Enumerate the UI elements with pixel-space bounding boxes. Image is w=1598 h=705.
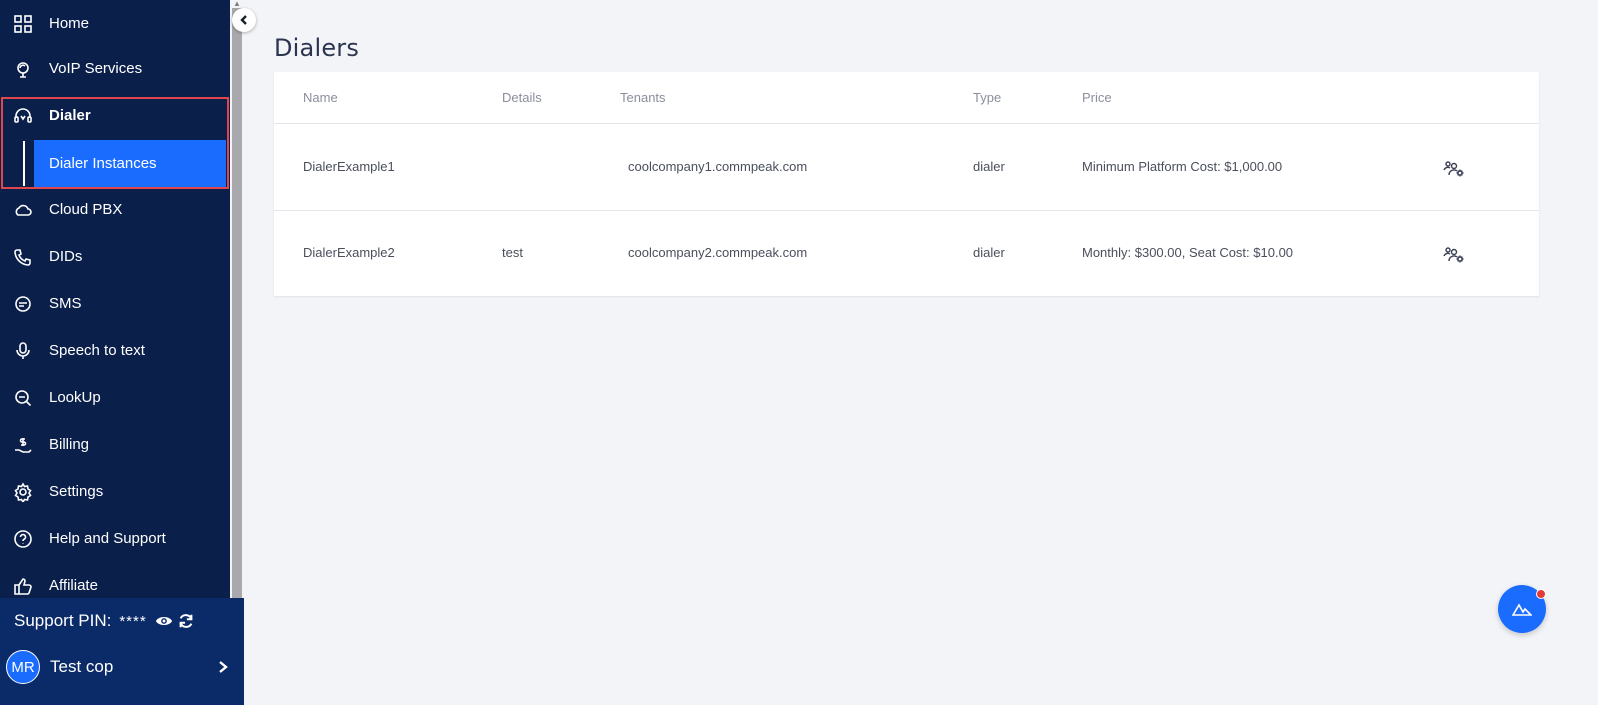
- column-header-name[interactable]: Name: [303, 90, 338, 105]
- sidebar-scrollbar-thumb[interactable]: [232, 8, 242, 598]
- sidebar-item-label: VoIP Services: [49, 60, 143, 77]
- cell-type: dialer: [973, 245, 1005, 260]
- sidebar-item-label: DIDs: [49, 248, 83, 265]
- refresh-icon[interactable]: [177, 612, 195, 630]
- sidebar-item-billing[interactable]: Billing: [0, 421, 230, 468]
- chat-logo-icon: [1512, 603, 1532, 616]
- sidebar-item-label: Dialer: [49, 107, 91, 124]
- sidebar-item-label: Settings: [49, 483, 104, 500]
- sidebar-item-label: Help and Support: [49, 530, 166, 547]
- sidebar-item-speech-to-text[interactable]: Speech to text: [0, 327, 230, 374]
- chevron-right-icon: [219, 661, 228, 673]
- gear-icon: [12, 481, 34, 503]
- sidebar-subitem-dialer-instances[interactable]: Dialer Instances: [34, 140, 226, 187]
- sidebar-subitem-label: Dialer Instances: [49, 155, 157, 172]
- account-panel: Support PIN: **** MR Test cop: [0, 598, 244, 705]
- cell-tenants: coolcompany2.commpeak.com: [628, 245, 808, 260]
- microphone-icon: [12, 340, 34, 362]
- table-row[interactable]: DialerExample2 test coolcompany2.commpea…: [274, 211, 1539, 297]
- sidebar-item-affiliate[interactable]: Affiliate: [0, 562, 230, 598]
- cell-price: Monthly: $300.00, Seat Cost: $10.00: [1082, 245, 1294, 260]
- sidebar-item-label: Billing: [49, 436, 90, 453]
- column-header-details[interactable]: Details: [502, 90, 542, 105]
- eye-icon[interactable]: [155, 612, 173, 630]
- headset-icon: [12, 105, 34, 127]
- sidebar-item-cloud-pbx[interactable]: Cloud PBX: [0, 186, 230, 233]
- notification-dot: [1536, 589, 1546, 599]
- column-header-price[interactable]: Price: [1082, 90, 1112, 105]
- sidebar-item-help-and-support[interactable]: Help and Support: [0, 515, 230, 562]
- sidebar-item-label: LookUp: [49, 389, 101, 406]
- sidebar-item-lookup[interactable]: LookUp: [0, 374, 230, 421]
- avatar: MR: [6, 650, 40, 684]
- chevron-left-icon: [240, 15, 247, 25]
- sidebar-item-dids[interactable]: DIDs: [0, 233, 230, 280]
- support-pin-label: Support PIN:: [14, 611, 112, 630]
- cloud-icon: [12, 199, 34, 221]
- sidebar-item-settings[interactable]: Settings: [0, 468, 230, 515]
- table-row[interactable]: DialerExample1 coolcompany1.commpeak.com…: [274, 125, 1539, 211]
- cell-type: dialer: [973, 159, 1005, 174]
- sidebar-item-label: SMS: [49, 295, 82, 312]
- sidebar-item-label: Home: [49, 15, 90, 32]
- cell-price: Minimum Platform Cost: $1,000.00: [1082, 159, 1283, 174]
- table-header: Name Details Tenants Type Price: [274, 72, 1539, 124]
- page-title: Dialers: [274, 34, 360, 62]
- sidebar: Home VoIP Services Dialer Dialer Instanc…: [0, 0, 230, 598]
- collapse-sidebar-button[interactable]: [232, 8, 256, 32]
- billing-icon: [12, 434, 34, 456]
- support-pin-value: ****: [119, 612, 147, 630]
- submenu-indicator-line: [23, 141, 25, 186]
- sidebar-item-label: Affiliate: [49, 577, 98, 594]
- support-pin: Support PIN: ****: [14, 610, 195, 632]
- thumbs-up-icon: [12, 575, 34, 597]
- grid-icon: [12, 13, 34, 35]
- cell-name: DialerExample2: [303, 245, 395, 260]
- column-header-type[interactable]: Type: [973, 90, 1001, 105]
- user-name: Test cop: [50, 657, 114, 676]
- globe-icon: [12, 58, 34, 80]
- sidebar-item-label: Speech to text: [49, 342, 145, 359]
- magnifier-icon: [12, 387, 34, 409]
- scroll-up-arrow-icon[interactable]: ▲: [232, 0, 242, 8]
- dialers-table: Name Details Tenants Type Price DialerEx…: [274, 72, 1539, 296]
- cell-details: test: [502, 245, 523, 260]
- manage-users-icon[interactable]: [1443, 160, 1465, 178]
- cell-name: DialerExample1: [303, 159, 395, 174]
- user-menu[interactable]: MR Test cop: [6, 650, 238, 684]
- sidebar-item-home[interactable]: Home: [0, 0, 230, 47]
- sidebar-item-dialer[interactable]: Dialer: [0, 92, 230, 139]
- column-header-tenants[interactable]: Tenants: [620, 90, 666, 105]
- phone-icon: [12, 246, 34, 268]
- message-icon: [12, 293, 34, 315]
- sidebar-item-label: Cloud PBX: [49, 201, 123, 218]
- manage-users-icon[interactable]: [1443, 246, 1465, 264]
- help-icon: [12, 528, 34, 550]
- sidebar-item-voip-services[interactable]: VoIP Services: [0, 45, 230, 92]
- sidebar-item-sms[interactable]: SMS: [0, 280, 230, 327]
- cell-tenants: coolcompany1.commpeak.com: [628, 159, 808, 174]
